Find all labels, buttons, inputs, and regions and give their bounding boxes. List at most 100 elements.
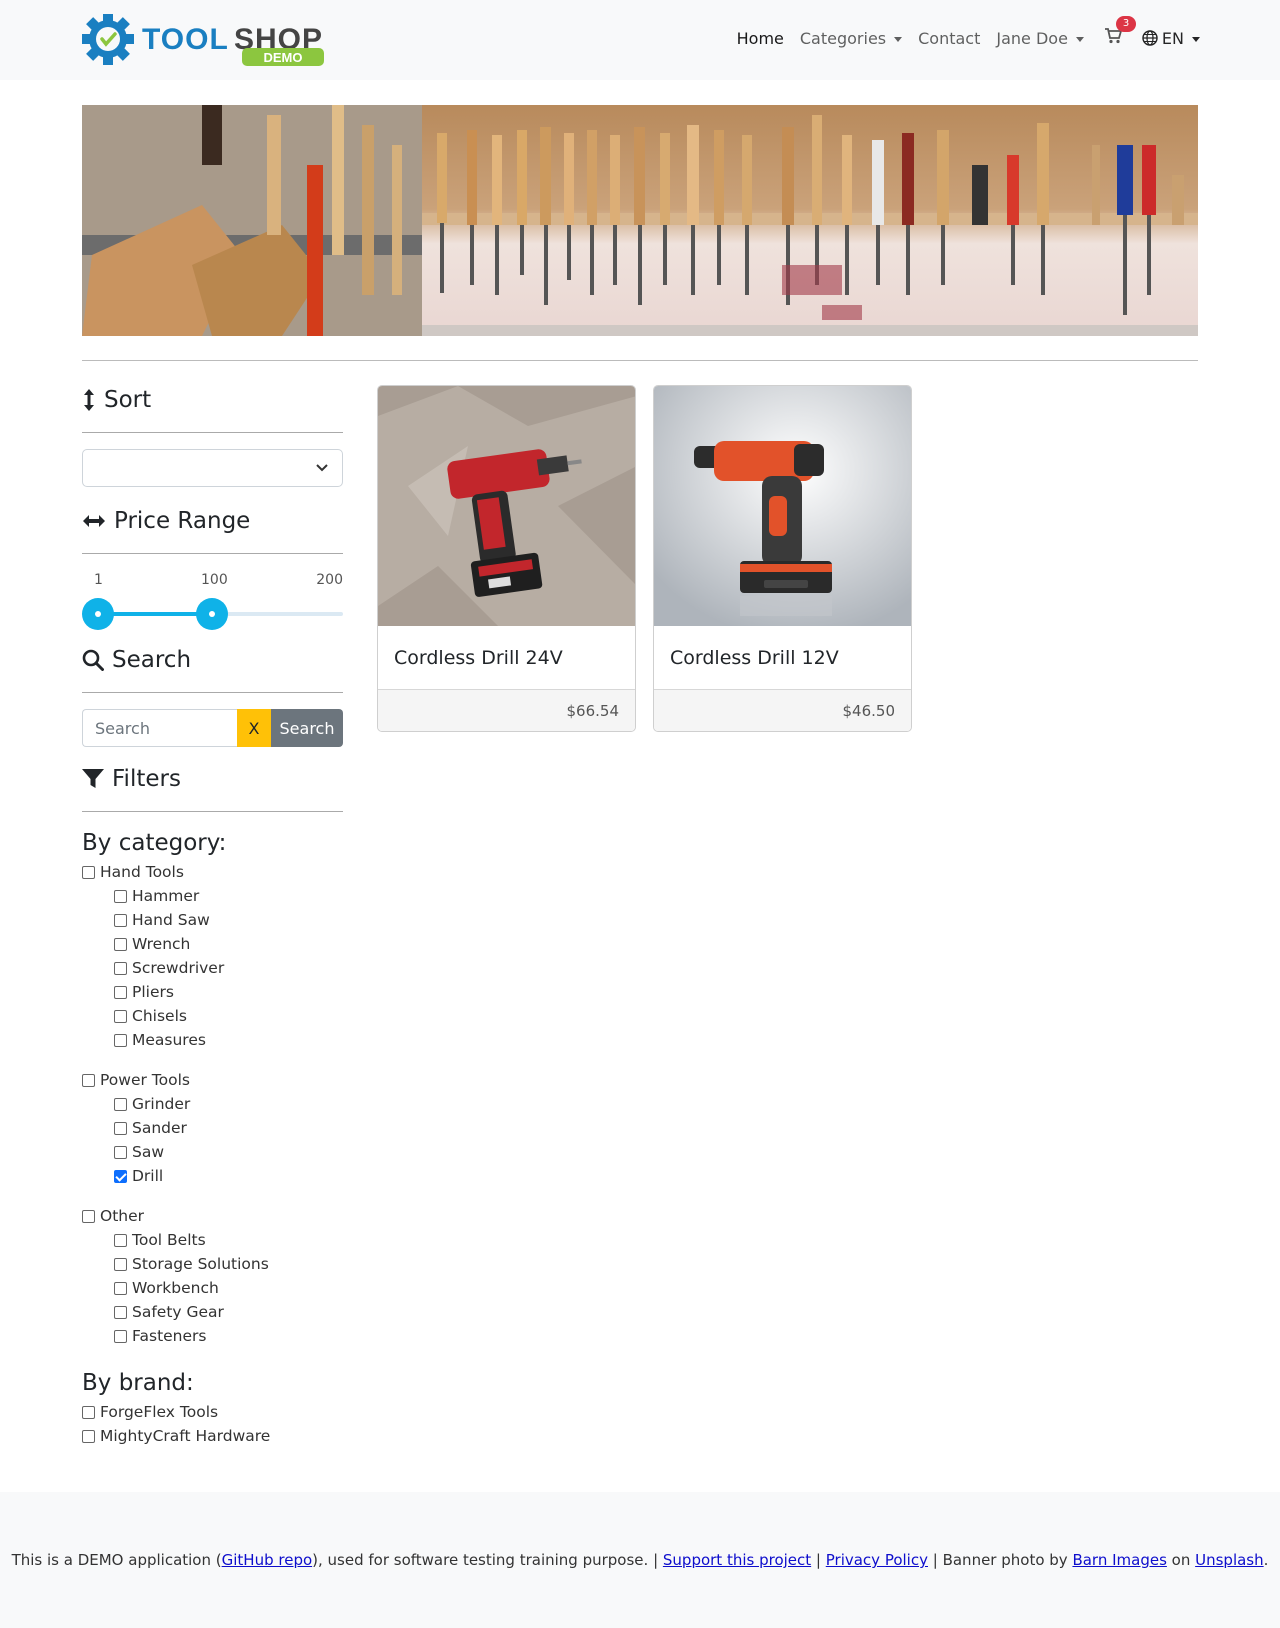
github-repo-link[interactable]: GitHub repo — [222, 1551, 313, 1569]
svg-text:TOOL: TOOL — [142, 23, 229, 56]
checkbox[interactable] — [82, 865, 95, 879]
filter-checkbox-row[interactable]: Other — [82, 1204, 343, 1228]
filter-checkbox-row[interactable]: Pliers — [82, 980, 343, 1004]
language-selector[interactable]: EN — [1142, 29, 1200, 48]
slider-max-handle[interactable] — [196, 598, 228, 630]
divider — [82, 553, 343, 554]
brand-logo[interactable]: TOOL SHOP DEMO — [82, 14, 328, 68]
sort-select[interactable] — [82, 449, 343, 487]
price-range-slider[interactable]: 1 100 200 — [82, 572, 343, 642]
banner-image — [82, 105, 1198, 336]
checkbox[interactable] — [114, 1121, 127, 1135]
checkbox[interactable] — [114, 1329, 127, 1343]
checkbox-label: Hammer — [132, 887, 200, 905]
language-label: EN — [1161, 28, 1184, 48]
product-image — [654, 386, 911, 626]
search-input[interactable]: Search — [82, 709, 237, 747]
checkbox[interactable] — [82, 1429, 95, 1443]
filter-checkbox-row[interactable]: Tool Belts — [82, 1228, 343, 1252]
caret-down-icon — [894, 36, 903, 42]
product-card[interactable]: Cordless Drill 12V $46.50 — [653, 385, 912, 732]
nav-categories-label: Categories — [799, 28, 887, 48]
filter-checkbox-row[interactable]: ForgeFlex Tools — [82, 1400, 343, 1424]
nav-user-menu[interactable]: Jane Doe — [996, 29, 1084, 48]
privacy-policy-link[interactable]: Privacy Policy — [826, 1551, 928, 1569]
checkbox[interactable] — [114, 1257, 127, 1271]
horizontal-arrows-icon — [83, 515, 105, 527]
by-brand-heading: By brand: — [82, 1370, 194, 1396]
checkbox[interactable] — [114, 889, 127, 903]
checkbox-label: Grinder — [132, 1095, 191, 1113]
sort-title: Sort — [104, 387, 152, 413]
filter-checkbox-row[interactable]: Grinder — [82, 1092, 343, 1116]
price-range-heading: Price Range — [82, 503, 343, 539]
category-filter-list: Hand Tools Hammer Hand Saw Wrench Screwdrive… — [82, 860, 343, 1348]
filter-checkbox-row[interactable]: Hand Saw — [82, 908, 343, 932]
checkbox[interactable] — [114, 1305, 127, 1319]
checkbox-label: ForgeFlex Tools — [100, 1403, 219, 1421]
checkbox[interactable] — [82, 1073, 95, 1087]
filter-checkbox-row[interactable]: Measures — [82, 1028, 343, 1052]
checkbox[interactable] — [114, 1009, 127, 1023]
nav-contact[interactable]: Contact — [918, 29, 980, 48]
navbar: TOOL SHOP DEMO Home Categories Contact J… — [0, 0, 1280, 80]
checkbox[interactable] — [114, 1233, 127, 1247]
checkbox-label: Tool Belts — [132, 1231, 206, 1249]
cart-count-badge: 3 — [1115, 16, 1137, 32]
slider-min-handle[interactable] — [82, 598, 114, 630]
filter-checkbox-row[interactable]: Screwdriver — [82, 956, 343, 980]
cart-link[interactable]: 3 — [1104, 16, 1137, 48]
checkbox[interactable] — [114, 985, 127, 999]
checkbox[interactable] — [114, 1033, 127, 1047]
checkbox[interactable] — [114, 937, 127, 951]
filter-checkbox-row[interactable]: Saw — [82, 1140, 343, 1164]
checkbox[interactable] — [82, 1405, 95, 1419]
product-card[interactable]: Cordless Drill 24V $66.54 — [377, 385, 636, 732]
search-button[interactable]: Search — [271, 709, 343, 747]
price-range-title: Price Range — [114, 508, 251, 534]
checkbox[interactable] — [82, 1209, 95, 1223]
nav-categories-dropdown[interactable]: Categories — [799, 28, 903, 48]
clear-search-button[interactable]: X — [237, 709, 271, 747]
filters-heading: Filters — [82, 761, 343, 797]
filter-checkbox-row[interactable]: Workbench — [82, 1276, 343, 1300]
support-project-link[interactable]: Support this project — [663, 1551, 811, 1569]
filter-funnel-icon — [82, 769, 104, 788]
unsplash-link[interactable]: Unsplash — [1195, 1551, 1264, 1569]
checkbox-label: Hand Saw — [132, 911, 210, 929]
filter-checkbox-row[interactable]: Fasteners — [82, 1324, 343, 1348]
filter-checkbox-row[interactable]: Sander — [82, 1116, 343, 1140]
checkbox-checked[interactable] — [114, 1169, 127, 1183]
caret-down-icon — [1075, 36, 1084, 42]
checkbox[interactable] — [114, 1097, 127, 1111]
filter-checkbox-row[interactable]: Wrench — [82, 932, 343, 956]
barn-images-link[interactable]: Barn Images — [1072, 1551, 1166, 1569]
main-nav: Home Categories Contact Jane Doe 3 EN — [721, 16, 1200, 48]
checkbox[interactable] — [114, 913, 127, 927]
filter-checkbox-row[interactable]: Storage Solutions — [82, 1252, 343, 1276]
checkbox[interactable] — [114, 1281, 127, 1295]
filter-checkbox-row[interactable]: Power Tools — [82, 1068, 343, 1092]
product-image — [378, 386, 635, 626]
checkbox[interactable] — [114, 1145, 127, 1159]
product-price: $46.50 — [654, 690, 911, 731]
filter-checkbox-row[interactable]: Drill — [82, 1164, 343, 1188]
price-min-label: 1 — [94, 572, 103, 588]
filter-checkbox-row[interactable]: Chisels — [82, 1004, 343, 1028]
content-divider — [82, 360, 1198, 361]
divider — [82, 692, 343, 693]
filter-sidebar: Sort Price Range 1 100 200 Search Search… — [82, 382, 343, 1448]
filter-checkbox-row[interactable]: Hand Tools — [82, 860, 343, 884]
filter-checkbox-row[interactable]: Hammer — [82, 884, 343, 908]
nav-home[interactable]: Home — [737, 29, 784, 48]
product-price: $66.54 — [378, 690, 635, 731]
category-group: Power Tools Grinder Sander Saw Drill — [82, 1068, 343, 1188]
category-group: Other Tool Belts Storage Solutions Workbenc… — [82, 1204, 343, 1348]
filter-checkbox-row[interactable]: Safety Gear — [82, 1300, 343, 1324]
footer-text-segment: ), used for software testing training pu… — [312, 1551, 663, 1569]
checkbox-label: Drill — [132, 1167, 164, 1185]
footer-text: This is a DEMO application (GitHub repo)… — [12, 1551, 1269, 1569]
checkbox[interactable] — [114, 961, 127, 975]
checkbox-label: Pliers — [132, 983, 174, 1001]
filter-checkbox-row[interactable]: MightyCraft Hardware — [82, 1424, 343, 1448]
